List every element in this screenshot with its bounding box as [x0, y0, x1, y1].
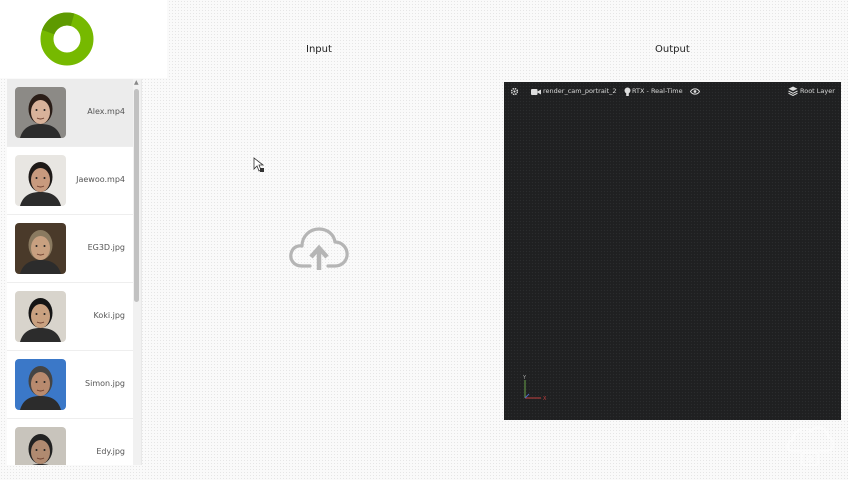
- file-name: EG3D.jpg: [87, 243, 125, 252]
- lightbulb-icon[interactable]: [624, 87, 631, 97]
- file-list-scrollbar[interactable]: ▲: [133, 79, 141, 465]
- file-name: Koki.jpg: [93, 311, 125, 320]
- eye-icon[interactable]: [690, 88, 700, 95]
- scroll-up-icon[interactable]: ▲: [134, 80, 139, 86]
- output-title: Output: [655, 44, 690, 55]
- file-list-item[interactable]: EG3D.jpg: [7, 215, 141, 283]
- file-list-item[interactable]: Jaewoo.mp4: [7, 147, 141, 215]
- file-list-item[interactable]: Edy.jpg: [7, 419, 141, 465]
- root-layer-label[interactable]: Root Layer: [800, 87, 835, 96]
- gear-icon[interactable]: [510, 87, 519, 96]
- file-name: Simon.jpg: [85, 379, 125, 388]
- app-logo: [40, 12, 94, 66]
- layers-icon[interactable]: [788, 86, 798, 96]
- output-viewport[interactable]: render_cam_portrait_2 RTX - Real-Time Ro…: [504, 82, 841, 420]
- file-name: Edy.jpg: [96, 447, 125, 456]
- viewport-toolbar: render_cam_portrait_2 RTX - Real-Time Ro…: [504, 82, 841, 102]
- file-name: Alex.mp4: [87, 107, 125, 116]
- file-thumbnail: [15, 427, 66, 465]
- video-camera-icon[interactable]: [531, 88, 541, 96]
- scrollbar-thumb[interactable]: [134, 89, 139, 302]
- logo-area: [0, 0, 167, 78]
- mouse-cursor-icon: [253, 157, 265, 172]
- input-title: Input: [306, 44, 332, 55]
- file-thumbnail: [15, 87, 66, 138]
- axis-x-label: X: [543, 396, 547, 402]
- file-thumbnail: [15, 155, 66, 206]
- file-name: Jaewoo.mp4: [76, 175, 125, 184]
- file-list: Alex.mp4 Jaewoo.mp4 EG3D.jpg Koki.jpg Simon.…: [7, 79, 142, 465]
- axis-gizmo: Y X: [522, 375, 547, 402]
- camera-name[interactable]: render_cam_portrait_2: [543, 87, 617, 96]
- watermark-logo: [786, 426, 835, 466]
- file-list-item[interactable]: Alex.mp4: [7, 79, 141, 147]
- axis-y-label: Y: [522, 375, 527, 381]
- file-thumbnail: [15, 359, 66, 410]
- file-thumbnail: [15, 291, 66, 342]
- file-list-item[interactable]: Koki.jpg: [7, 283, 141, 351]
- upload-cloud-icon[interactable]: [288, 226, 350, 272]
- file-thumbnail: [15, 223, 66, 274]
- renderer-mode[interactable]: RTX - Real-Time: [632, 87, 683, 96]
- file-list-item[interactable]: Simon.jpg: [7, 351, 141, 419]
